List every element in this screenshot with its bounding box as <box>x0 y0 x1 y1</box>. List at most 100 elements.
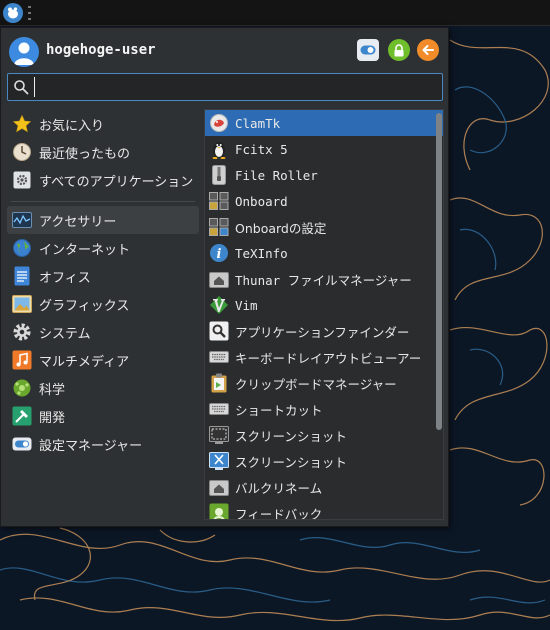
category-recent[interactable]: 最近使ったもの <box>7 138 199 166</box>
gear-icon <box>11 169 33 191</box>
app-label: スクリーンショット <box>235 454 347 470</box>
vim-icon <box>208 294 230 316</box>
app-item-clipboard-manager[interactable]: クリップボードマネージャー <box>205 370 443 396</box>
science-icon <box>11 377 33 399</box>
star-icon <box>11 113 33 135</box>
category-label: インターネット <box>39 242 131 258</box>
search-icon <box>14 80 29 95</box>
category-office[interactable]: オフィス <box>7 262 199 290</box>
app-label: Onboard <box>235 193 288 209</box>
category-label: すべてのアプリケーション <box>39 174 194 190</box>
category-label: システム <box>39 326 91 342</box>
category-internet[interactable]: インターネット <box>7 234 199 262</box>
info-icon: i <box>208 242 230 264</box>
category-separator <box>11 194 195 202</box>
svg-text:i: i <box>217 247 222 262</box>
app-label: スクリーンショット <box>235 428 347 444</box>
folder-home-icon <box>208 268 230 290</box>
user-avatar-icon <box>9 37 39 67</box>
settings-toggle-icon <box>360 45 376 55</box>
app-label: Thunar ファイルマネージャー <box>235 272 412 288</box>
app-label: バルクリネーム <box>235 480 323 496</box>
app-item-texinfo[interactable]: i TeXInfo <box>205 240 443 266</box>
magnifier-icon <box>208 320 230 342</box>
category-label: 科学 <box>39 382 66 398</box>
app-item-clamtk[interactable]: ClamTk <box>205 110 443 136</box>
app-item-keyboard-layout-viewer[interactable]: キーボードレイアウトビューアー <box>205 344 443 370</box>
app-item-file-roller[interactable]: File Roller <box>205 162 443 188</box>
username-label: hogehoge-user <box>46 42 156 58</box>
cog-icon <box>11 321 33 343</box>
logout-arrow-icon <box>422 45 434 55</box>
lock-screen-button[interactable] <box>388 39 410 61</box>
app-item-appfinder[interactable]: アプリケーションファインダー <box>205 318 443 344</box>
search-input[interactable] <box>34 77 434 97</box>
penguin-icon <box>208 138 230 160</box>
onboard-settings-icon <box>208 216 230 238</box>
keyboard-icon <box>208 398 230 420</box>
app-label: フィードバック <box>235 506 323 520</box>
app-list-scrollbar[interactable] <box>436 113 442 430</box>
category-settings-manager[interactable]: 設定マネージャー <box>7 430 199 458</box>
app-label: アプリケーションファインダー <box>235 324 410 340</box>
category-list: お気に入り 最近使ったもの すべてのアプリケーション アクセサリー インターネッ… <box>7 110 199 458</box>
category-label: お気に入り <box>39 118 105 134</box>
app-item-thunar[interactable]: Thunar ファイルマネージャー <box>205 266 443 292</box>
app-label: Fcitx 5 <box>235 141 288 157</box>
onboard-icon <box>208 190 230 212</box>
category-accessories[interactable]: アクセサリー <box>7 206 199 234</box>
app-label: Onboardの設定 <box>235 220 327 236</box>
logout-button[interactable] <box>417 39 439 61</box>
whisker-menu-button[interactable] <box>3 3 23 23</box>
category-label: マルチメディア <box>39 354 130 370</box>
category-development[interactable]: 開発 <box>7 402 199 430</box>
category-science[interactable]: 科学 <box>7 374 199 402</box>
screenshot-icon <box>208 424 230 446</box>
app-item-shortcuts[interactable]: ショートカット <box>205 396 443 422</box>
archive-icon <box>208 164 230 186</box>
accessories-icon <box>11 209 33 231</box>
hammer-icon <box>11 405 33 427</box>
app-label: ClamTk <box>235 115 281 131</box>
keyboard-icon <box>208 346 230 368</box>
clipboard-icon <box>208 372 230 394</box>
application-list[interactable]: ClamTk Fcitx 5 File Roller Onboard Onboa… <box>204 109 444 520</box>
category-label: 最近使ったもの <box>39 146 131 162</box>
picture-icon <box>11 293 33 315</box>
category-label: 設定マネージャー <box>39 438 143 454</box>
category-multimedia[interactable]: マルチメディア <box>7 346 199 374</box>
settings-toggle-button[interactable] <box>357 39 379 61</box>
feedback-icon <box>208 502 230 519</box>
clamtk-icon <box>208 112 230 134</box>
clock-icon <box>11 141 33 163</box>
app-item-vim[interactable]: Vim <box>205 292 443 318</box>
category-graphics[interactable]: グラフィックス <box>7 290 199 318</box>
app-item-onboard[interactable]: Onboard <box>205 188 443 214</box>
app-label: クリップボードマネージャー <box>235 376 397 392</box>
xfce-mouse-icon <box>8 7 18 19</box>
app-item-screenshot-2[interactable]: スクリーンショット <box>205 448 443 474</box>
document-icon <box>11 265 33 287</box>
top-panel <box>0 0 550 26</box>
category-favorites[interactable]: お気に入り <box>7 110 199 138</box>
app-item-screenshot-1[interactable]: スクリーンショット <box>205 422 443 448</box>
app-item-fcitx5[interactable]: Fcitx 5 <box>205 136 443 162</box>
whisker-menu: hogehoge-user お気に入り 最近使ったもの すべてのアプリケーション… <box>0 27 449 527</box>
category-system[interactable]: システム <box>7 318 199 346</box>
app-item-bulk-rename[interactable]: バルクリネーム <box>205 474 443 500</box>
panel-drag-handle[interactable] <box>28 6 33 20</box>
toggle-icon <box>11 433 33 455</box>
app-label: ショートカット <box>235 402 323 418</box>
app-label: File Roller <box>235 167 318 183</box>
app-item-onboard-settings[interactable]: Onboardの設定 <box>205 214 443 240</box>
category-label: グラフィックス <box>39 298 130 314</box>
globe-icon <box>11 237 33 259</box>
search-box[interactable] <box>7 73 443 101</box>
screenshot-tool-icon <box>208 450 230 472</box>
category-all-applications[interactable]: すべてのアプリケーション <box>7 166 199 194</box>
lock-icon <box>394 43 404 56</box>
music-note-icon <box>11 349 33 371</box>
category-label: 開発 <box>39 410 66 426</box>
app-item-feedback[interactable]: フィードバック <box>205 500 443 520</box>
menu-header: hogehoge-user <box>1 28 448 72</box>
